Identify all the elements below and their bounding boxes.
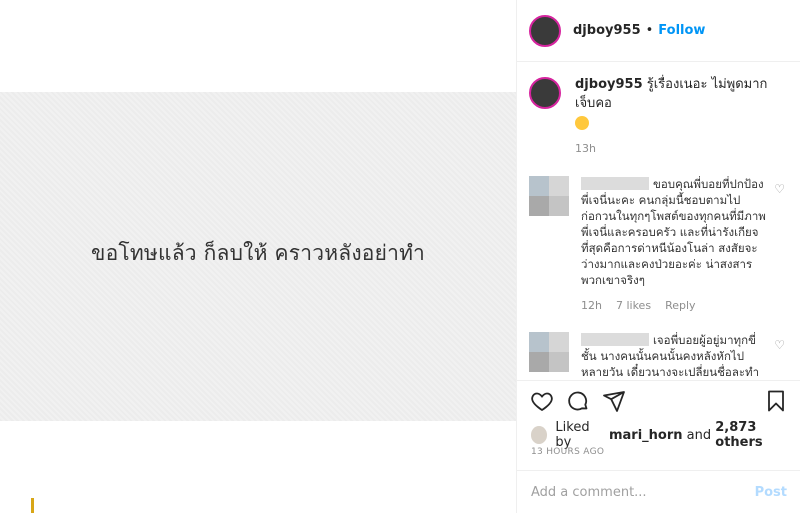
caption-avatar[interactable] bbox=[529, 77, 561, 109]
comment-input[interactable] bbox=[531, 484, 755, 500]
comment-time[interactable]: 12h bbox=[581, 298, 602, 314]
likes-and: and bbox=[686, 427, 712, 443]
list-item: เจอพี่บอยผู้อยู่มาทุกขี่ชั้น นางคนนั้นคน… bbox=[529, 332, 785, 378]
add-comment-bar: Post bbox=[517, 470, 800, 513]
avatar[interactable] bbox=[529, 14, 561, 47]
comment-text: ขอบคุณพี่บอยที่ปกป้องพี่เจนี่นะคะ คนกลุ่… bbox=[581, 177, 766, 287]
action-bar bbox=[517, 380, 800, 420]
header-username[interactable]: djboy955 bbox=[573, 23, 641, 38]
liked-by-prefix: Liked by bbox=[555, 420, 590, 450]
likes-summary: Liked by mari_horn and 2,873 others bbox=[531, 420, 800, 450]
liker-avatar[interactable] bbox=[531, 426, 548, 444]
post-media: ขอโทษแล้ว ก็ลบให้ คราวหลังอย่าทำ bbox=[0, 0, 516, 513]
post-header: djboy955 • Follow bbox=[517, 0, 800, 62]
follow-button[interactable]: Follow bbox=[658, 23, 705, 38]
smirk-emoji-icon bbox=[575, 116, 589, 130]
caption: djboy955 รู้เรื่องเนอะ ไม่พูดมาก เจ็บคอ … bbox=[529, 75, 785, 158]
comment-body: ขอบคุณพี่บอยที่ปกป้องพี่เจนี่นะคะ คนกลุ่… bbox=[581, 176, 767, 314]
caption-body: djboy955 รู้เรื่องเนอะ ไม่พูดมาก เจ็บคอ … bbox=[575, 75, 785, 158]
comment-like-heart-icon[interactable]: ♡ bbox=[774, 182, 785, 196]
comment-body: เจอพี่บอยผู้อยู่มาทุกขี่ชั้น นางคนนั้นคน… bbox=[581, 332, 767, 378]
liker-username[interactable]: mari_horn bbox=[609, 428, 683, 443]
comment-likes[interactable]: 7 likes bbox=[616, 298, 651, 314]
comment-like-heart-icon[interactable]: ♡ bbox=[774, 338, 785, 352]
comments-list[interactable]: djboy955 รู้เรื่องเนอะ ไม่พูดมาก เจ็บคอ … bbox=[517, 63, 800, 378]
post-sidebar: djboy955 • Follow djboy955 รู้เรื่องเนอะ… bbox=[516, 0, 800, 513]
comment-bubble-icon[interactable] bbox=[565, 388, 591, 414]
reply-button[interactable]: Reply bbox=[665, 298, 695, 314]
comment-username-redacted[interactable] bbox=[581, 333, 649, 346]
comment-username-redacted[interactable] bbox=[581, 177, 649, 190]
instagram-post: ขอโทษแล้ว ก็ลบให้ คราวหลังอย่าทำ djboy95… bbox=[0, 0, 800, 513]
likes-others-count[interactable]: 2,873 others bbox=[715, 420, 800, 450]
image-text: ขอโทษแล้ว ก็ลบให้ คราวหลังอย่าทำ bbox=[91, 241, 425, 265]
post-comment-button[interactable]: Post bbox=[755, 485, 787, 500]
list-item: ขอบคุณพี่บอยที่ปกป้องพี่เจนี่นะคะ คนกลุ่… bbox=[529, 176, 785, 314]
post-time-ago[interactable]: 13 HOURS AGO bbox=[531, 447, 604, 457]
separator-dot: • bbox=[645, 23, 654, 38]
share-paper-plane-icon[interactable] bbox=[601, 388, 627, 414]
image-accent-bar bbox=[31, 498, 34, 513]
caption-time[interactable]: 13h bbox=[575, 139, 785, 158]
comment-avatar[interactable] bbox=[529, 332, 569, 372]
comment-meta: 12h 7 likes Reply bbox=[581, 298, 767, 314]
comment-avatar[interactable] bbox=[529, 176, 569, 216]
caption-username[interactable]: djboy955 bbox=[575, 77, 643, 92]
post-image[interactable]: ขอโทษแล้ว ก็ลบให้ คราวหลังอย่าทำ bbox=[0, 92, 516, 513]
like-heart-icon[interactable] bbox=[529, 388, 555, 414]
bookmark-icon[interactable] bbox=[763, 388, 789, 414]
